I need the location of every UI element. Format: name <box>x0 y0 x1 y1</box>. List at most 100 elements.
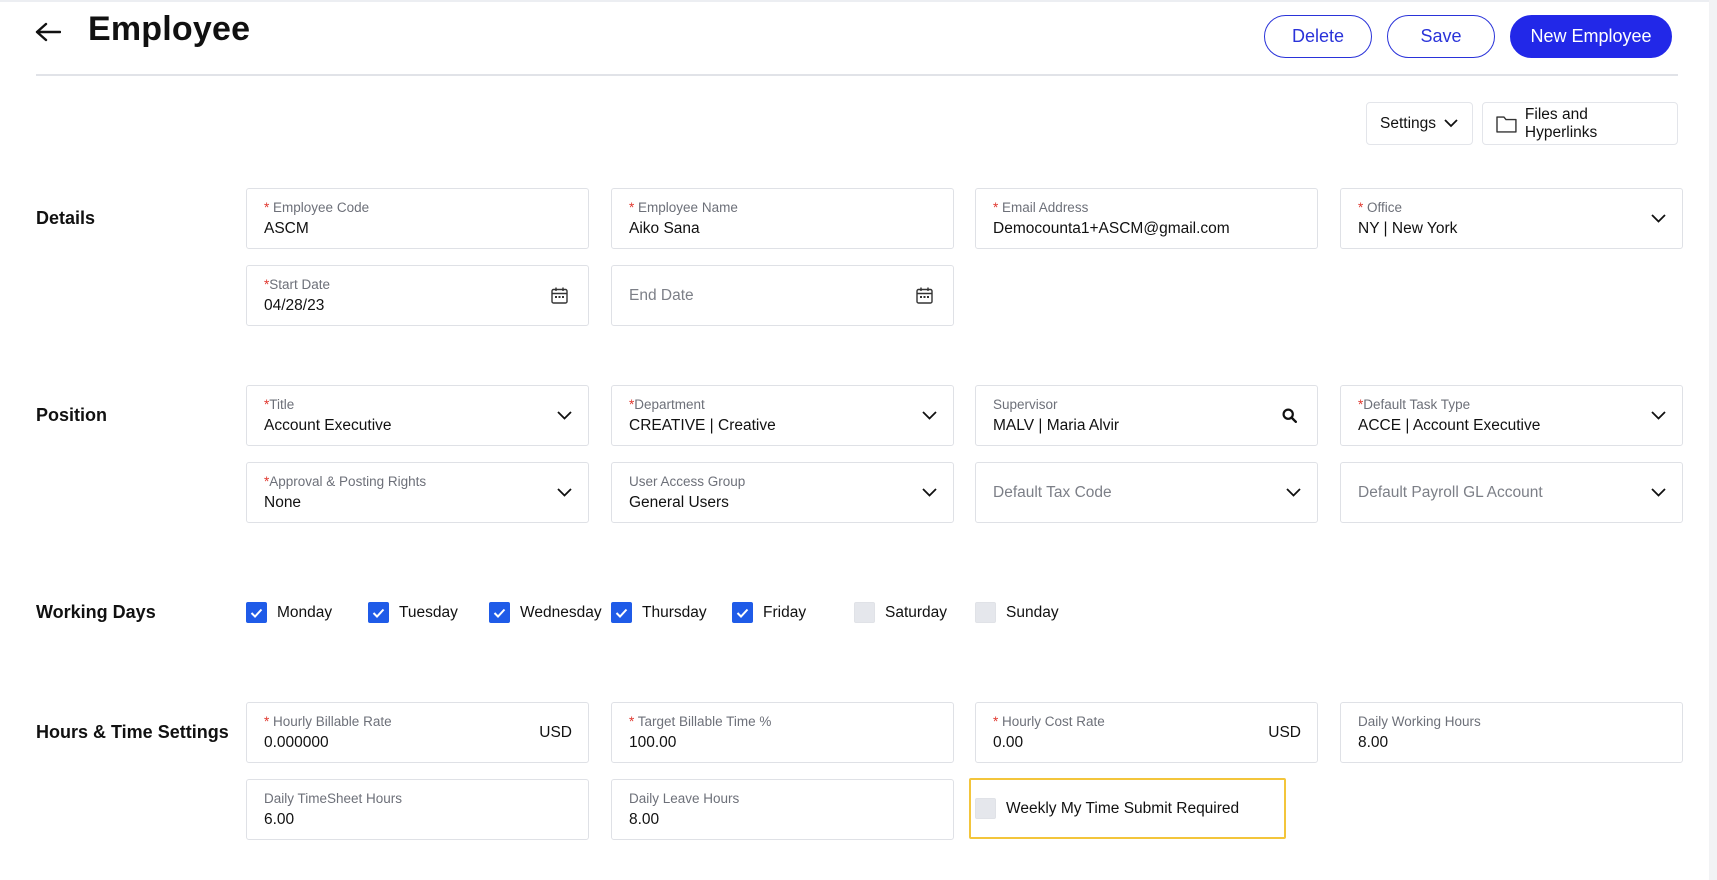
daily-timesheet-hours-value: 6.00 <box>264 811 295 828</box>
currency-unit: USD <box>1268 723 1301 741</box>
files-and-hyperlinks-button[interactable]: Files and Hyperlinks <box>1482 102 1678 145</box>
default-payroll-gl-select[interactable]: Default Payroll GL Account <box>1340 462 1683 523</box>
user-access-group-value: General Users <box>629 494 729 511</box>
user-access-group-select[interactable]: User Access Group General Users <box>611 462 954 523</box>
hourly-billable-rate-label: Hourly Billable Rate <box>273 714 392 729</box>
day-saturday-checkbox[interactable]: Saturday <box>854 602 947 623</box>
employee-code-field[interactable]: * Employee Code ASCM <box>246 188 589 249</box>
day-thursday-checkbox[interactable]: Thursday <box>611 602 707 623</box>
approval-rights-select[interactable]: *Approval & Posting Rights None <box>246 462 589 523</box>
checkbox-unchecked-icon[interactable] <box>854 602 875 623</box>
calendar-icon[interactable] <box>916 287 933 304</box>
files-label: Files and Hyperlinks <box>1524 105 1598 141</box>
hourly-cost-rate-value: 0.00 <box>993 734 1024 751</box>
save-button[interactable]: Save <box>1387 15 1495 58</box>
section-hours-label: Hours & Time Settings <box>36 722 229 742</box>
day-friday-checkbox[interactable]: Friday <box>732 602 806 623</box>
supervisor-value: MALV | Maria Alvir <box>993 417 1120 434</box>
chevron-down-icon[interactable] <box>1651 488 1666 497</box>
chevron-down-icon[interactable] <box>557 411 572 420</box>
header-divider <box>36 74 1678 76</box>
search-icon[interactable] <box>1282 408 1297 423</box>
required-mark: * <box>993 200 999 215</box>
weekly-submit-checkbox[interactable]: Weekly My Time Submit Required <box>975 798 1239 819</box>
department-select[interactable]: *Department CREATIVE | Creative <box>611 385 954 446</box>
required-mark: * <box>993 714 999 729</box>
default-tax-code-placeholder: Default Tax Code <box>993 484 1112 501</box>
day-label: Wednesday <box>520 603 602 621</box>
daily-working-hours-field[interactable]: Daily Working Hours 8.00 <box>1340 702 1683 763</box>
scrollbar-track[interactable] <box>1709 0 1717 880</box>
default-task-type-label: Default Task Type <box>1363 397 1471 412</box>
delete-button[interactable]: Delete <box>1264 15 1372 58</box>
back-arrow-icon[interactable] <box>30 14 66 50</box>
chevron-down-icon[interactable] <box>922 488 937 497</box>
section-details-label: Details <box>36 208 96 228</box>
chevron-down-icon[interactable] <box>1651 214 1666 223</box>
employee-name-value: Aiko Sana <box>629 220 700 237</box>
chevron-down-icon[interactable] <box>557 488 572 497</box>
daily-timesheet-hours-field[interactable]: Daily TimeSheet Hours 6.00 <box>246 779 589 840</box>
hourly-billable-rate-field[interactable]: * Hourly Billable Rate 0.000000 USD <box>246 702 589 763</box>
approval-rights-value: None <box>264 494 302 511</box>
day-sunday-checkbox[interactable]: Sunday <box>975 602 1059 623</box>
day-label: Friday <box>763 603 807 621</box>
approval-rights-label: Approval & Posting Rights <box>269 474 427 489</box>
employee-code-value: ASCM <box>264 220 309 237</box>
day-label: Monday <box>277 603 333 621</box>
office-select[interactable]: * Office NY | New York <box>1340 188 1683 249</box>
title-select[interactable]: *Title Account Executive <box>246 385 589 446</box>
settings-dropdown[interactable]: Settings <box>1366 102 1473 145</box>
checkbox-checked-icon[interactable] <box>611 602 632 623</box>
start-date-field[interactable]: *Start Date 04/28/23 <box>246 265 589 326</box>
target-billable-time-field[interactable]: * Target Billable Time % 100.00 <box>611 702 954 763</box>
end-date-field[interactable]: End Date <box>611 265 954 326</box>
email-value: Democounta1+ASCM@gmail.com <box>993 220 1230 237</box>
title-label: Title <box>269 397 295 412</box>
daily-working-hours-value: 8.00 <box>1358 734 1389 751</box>
calendar-icon[interactable] <box>551 287 568 304</box>
weekly-submit-label: Weekly My Time Submit Required <box>1006 799 1240 817</box>
target-billable-time-label: Target Billable Time % <box>637 714 772 729</box>
day-label: Sunday <box>1006 603 1059 621</box>
page-title: Employee <box>88 10 251 48</box>
start-date-label: Start Date <box>269 277 331 292</box>
new-employee-button[interactable]: New Employee <box>1510 15 1672 58</box>
end-date-placeholder: End Date <box>629 287 694 304</box>
hourly-billable-rate-value: 0.000000 <box>264 734 329 751</box>
chevron-down-icon[interactable] <box>922 411 937 420</box>
email-field[interactable]: * Email Address Democounta1+ASCM@gmail.c… <box>975 188 1318 249</box>
chevron-down-icon[interactable] <box>1286 488 1301 497</box>
target-billable-time-value: 100.00 <box>629 734 677 751</box>
checkbox-unchecked-icon[interactable] <box>975 798 996 819</box>
checkbox-checked-icon[interactable] <box>489 602 510 623</box>
supervisor-field[interactable]: Supervisor MALV | Maria Alvir <box>975 385 1318 446</box>
checkbox-checked-icon[interactable] <box>246 602 267 623</box>
required-mark: * <box>264 200 270 215</box>
default-tax-code-select[interactable]: Default Tax Code <box>975 462 1318 523</box>
day-wednesday-checkbox[interactable]: Wednesday <box>489 602 602 623</box>
daily-timesheet-hours-label: Daily TimeSheet Hours <box>264 791 403 806</box>
day-tuesday-checkbox[interactable]: Tuesday <box>368 602 458 623</box>
required-mark: * <box>264 714 270 729</box>
daily-leave-hours-field[interactable]: Daily Leave Hours 8.00 <box>611 779 954 840</box>
title-value: Account Executive <box>264 417 392 434</box>
chevron-down-icon[interactable] <box>1651 411 1666 420</box>
checkbox-checked-icon[interactable] <box>732 602 753 623</box>
default-task-type-select[interactable]: *Default Task Type ACCE | Account Execut… <box>1340 385 1683 446</box>
office-label: Office <box>1367 200 1403 215</box>
currency-unit: USD <box>539 723 572 741</box>
section-position-label: Position <box>36 405 107 425</box>
checkbox-checked-icon[interactable] <box>368 602 389 623</box>
user-access-group-label: User Access Group <box>629 474 746 489</box>
required-mark: * <box>629 200 635 215</box>
day-monday-checkbox[interactable]: Monday <box>246 602 332 623</box>
hourly-cost-rate-field[interactable]: * Hourly Cost Rate 0.00 USD <box>975 702 1318 763</box>
employee-name-label: Employee Name <box>638 200 738 215</box>
default-payroll-gl-placeholder: Default Payroll GL Account <box>1358 484 1543 501</box>
top-border <box>0 0 1717 2</box>
employee-name-field[interactable]: * Employee Name Aiko Sana <box>611 188 954 249</box>
day-label: Saturday <box>885 603 948 621</box>
checkbox-unchecked-icon[interactable] <box>975 602 996 623</box>
daily-working-hours-label: Daily Working Hours <box>1358 714 1481 729</box>
